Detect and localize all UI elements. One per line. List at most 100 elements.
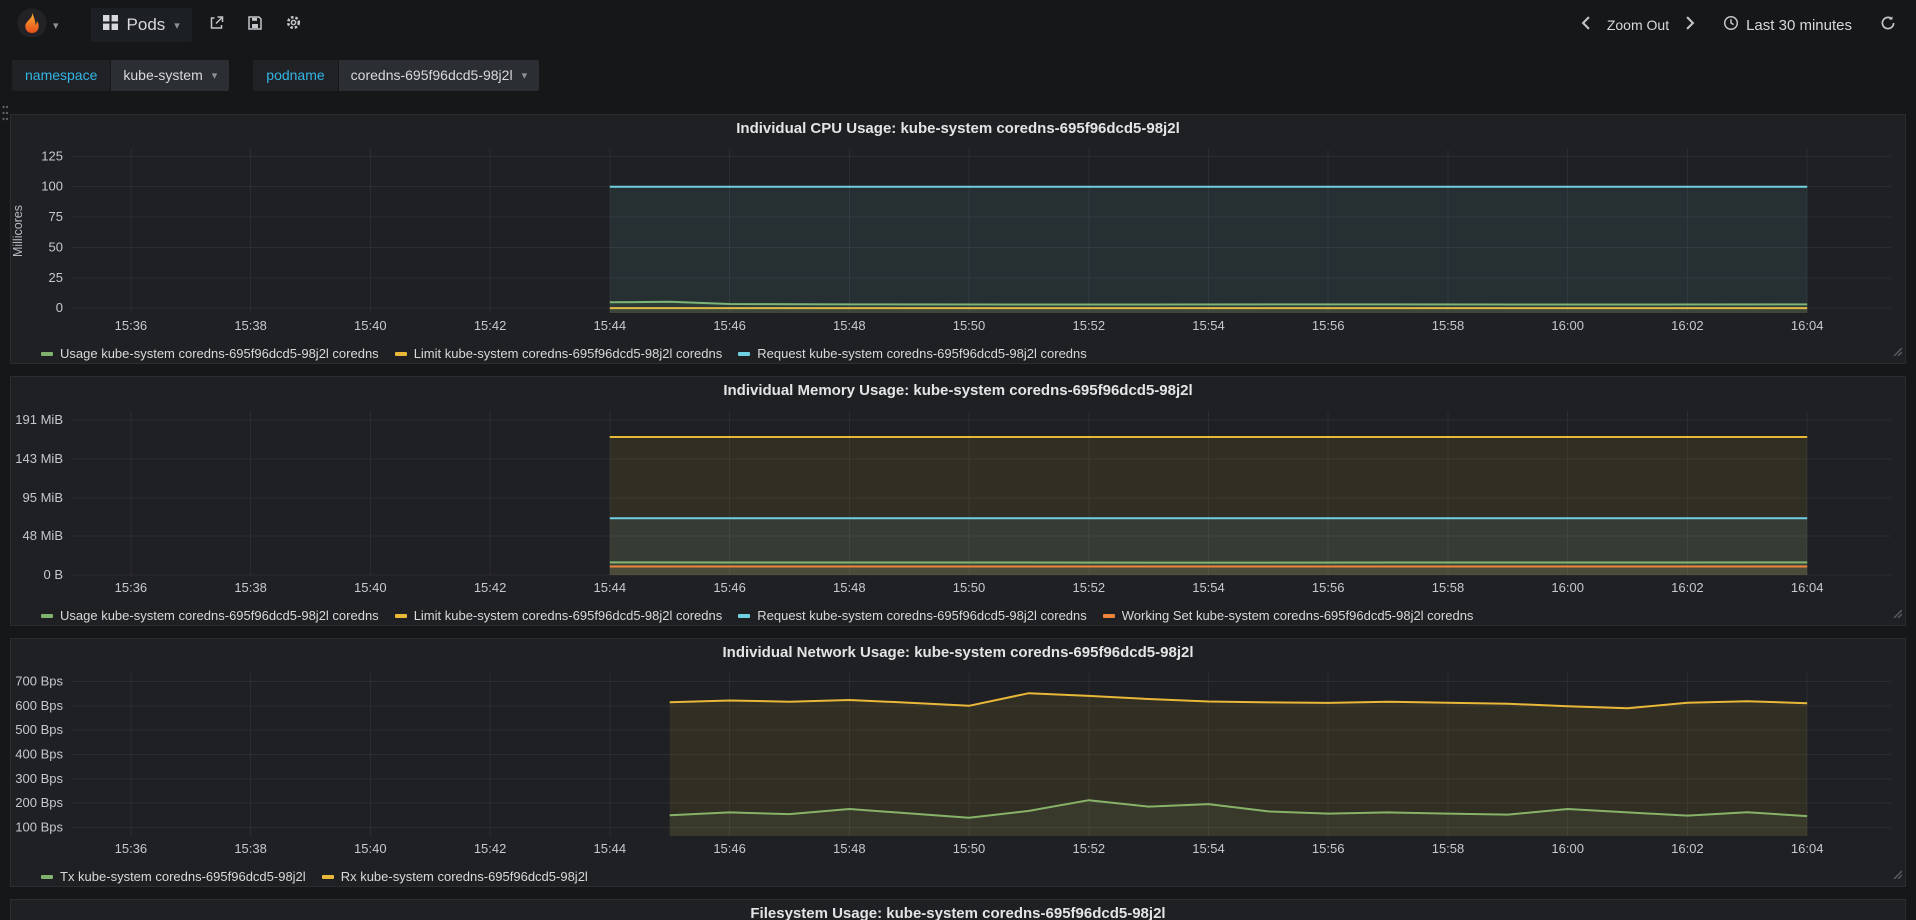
panel-resize-handle[interactable]: [1892, 343, 1903, 361]
svg-text:15:58: 15:58: [1432, 841, 1465, 856]
namespace-dropdown[interactable]: kube-system ▾: [110, 59, 230, 91]
svg-text:15:50: 15:50: [953, 318, 986, 333]
svg-text:15:44: 15:44: [594, 841, 627, 856]
variable-namespace: namespace kube-system ▾: [12, 59, 230, 91]
top-navbar: ▾ Pods ▾ Zoom Out Last 30 minutes: [0, 0, 1916, 50]
svg-text:16:04: 16:04: [1791, 841, 1824, 856]
memory-usage-legend: Usage kube-system coredns-695f96dcd5-98j…: [11, 606, 1905, 625]
svg-text:15:40: 15:40: [354, 580, 387, 595]
panel-resize-handle[interactable]: [1892, 605, 1903, 623]
svg-text:500 Bps: 500 Bps: [15, 722, 63, 737]
svg-text:15:54: 15:54: [1192, 841, 1225, 856]
svg-text:15:48: 15:48: [833, 841, 866, 856]
grafana-menu-button[interactable]: ▾: [10, 3, 65, 48]
network-usage-chart[interactable]: 100 Bps 200 Bps 300 Bps 400 Bps 500 Bps 600 B…: [11, 667, 1905, 867]
legend-series-label: Working Set kube-system coredns-695f96dc…: [1121, 608, 1474, 623]
svg-text:15:56: 15:56: [1312, 580, 1345, 595]
namespace-value: kube-system: [123, 67, 203, 83]
clock-icon: [1723, 15, 1739, 35]
legend-color-swatch: [738, 351, 751, 356]
svg-text:0: 0: [56, 300, 63, 315]
svg-text:48 MiB: 48 MiB: [23, 528, 63, 543]
svg-text:16:02: 16:02: [1671, 841, 1704, 856]
svg-text:16:04: 16:04: [1791, 580, 1824, 595]
time-range-label: Last 30 minutes: [1746, 16, 1852, 34]
share-button[interactable]: [202, 9, 231, 42]
podname-value: coredns-695f96dcd5-98j2l: [350, 67, 513, 83]
share-icon: [208, 15, 225, 36]
time-shift-back-button[interactable]: [1577, 10, 1595, 41]
svg-text:15:48: 15:48: [833, 580, 866, 595]
legend-item[interactable]: Limit kube-system coredns-695f96dcd5-98j…: [394, 608, 722, 623]
svg-text:15:50: 15:50: [953, 580, 986, 595]
variable-podname: podname coredns-695f96dcd5-98j2l ▾: [253, 59, 540, 91]
legend-item[interactable]: Request kube-system coredns-695f96dcd5-9…: [738, 608, 1087, 623]
refresh-icon: [1880, 15, 1896, 36]
svg-text:125: 125: [41, 148, 63, 163]
network-usage-legend: Tx kube-system coredns-695f96dcd5-98j2l R…: [11, 867, 1905, 886]
svg-text:15:36: 15:36: [115, 318, 148, 333]
cpu-usage-chart[interactable]: 0 25 50 75 100 125 15:36 15:38 15:40 15:42 15:44 15…: [11, 143, 1905, 344]
svg-text:300 Bps: 300 Bps: [15, 771, 63, 786]
svg-text:15:38: 15:38: [234, 580, 267, 595]
svg-text:15:44: 15:44: [594, 580, 627, 595]
dashboard-picker-button[interactable]: Pods ▾: [90, 8, 192, 42]
cpu-usage-legend: Usage kube-system coredns-695f96dcd5-98j…: [11, 344, 1905, 363]
caret-down-icon: ▾: [53, 19, 59, 32]
legend-item[interactable]: Usage kube-system coredns-695f96dcd5-98j…: [41, 608, 379, 623]
chevron-left-icon: [1581, 15, 1591, 35]
legend-item[interactable]: Request kube-system coredns-695f96dcd5-9…: [738, 346, 1087, 361]
legend-series-label: Limit kube-system coredns-695f96dcd5-98j…: [413, 346, 723, 361]
svg-text:15:40: 15:40: [354, 841, 387, 856]
legend-color-swatch: [41, 874, 53, 879]
legend-color-swatch: [394, 351, 407, 356]
legend-item[interactable]: Limit kube-system coredns-695f96dcd5-98j…: [394, 346, 723, 361]
svg-text:95 MiB: 95 MiB: [23, 490, 63, 505]
svg-text:15:46: 15:46: [713, 318, 746, 333]
panel-resize-handle[interactable]: [1892, 866, 1903, 884]
svg-text:16:02: 16:02: [1671, 318, 1704, 333]
legend-series-label: Rx kube-system coredns-695f96dcd5-98j2l: [340, 869, 588, 884]
legend-item[interactable]: Working Set kube-system coredns-695f96dc…: [1102, 608, 1474, 623]
svg-text:15:48: 15:48: [833, 318, 866, 333]
memory-usage-chart[interactable]: 0 B 48 MiB 95 MiB 143 MiB 191 MiB 15:36 15:38 1…: [11, 405, 1905, 606]
svg-text:191 MiB: 191 MiB: [15, 412, 63, 427]
svg-text:15:44: 15:44: [594, 318, 627, 333]
legend-item[interactable]: Rx kube-system coredns-695f96dcd5-98j2l: [321, 869, 588, 884]
svg-text:50: 50: [49, 239, 63, 254]
svg-text:15:42: 15:42: [474, 318, 507, 333]
svg-text:15:52: 15:52: [1073, 580, 1106, 595]
legend-color-swatch: [321, 874, 334, 879]
panel-title[interactable]: Individual Network Usage: kube-system co…: [11, 639, 1905, 667]
panel-title[interactable]: Individual Memory Usage: kube-system cor…: [11, 377, 1905, 405]
panel-network-usage: Individual Network Usage: kube-system co…: [10, 638, 1906, 887]
legend-item[interactable]: Tx kube-system coredns-695f96dcd5-98j2l: [41, 869, 306, 884]
legend-color-swatch: [1102, 613, 1115, 618]
legend-series-label: Usage kube-system coredns-695f96dcd5-98j…: [60, 608, 379, 623]
panel-title[interactable]: Individual CPU Usage: kube-system coredn…: [11, 115, 1905, 143]
panel-title[interactable]: Filesystem Usage: kube-system coredns-69…: [11, 900, 1905, 920]
row-drag-handle[interactable]: [1, 104, 9, 129]
svg-text:16:00: 16:00: [1551, 580, 1584, 595]
dashboard-grid-icon: [102, 15, 118, 35]
podname-dropdown[interactable]: coredns-695f96dcd5-98j2l ▾: [337, 59, 540, 91]
svg-text:15:52: 15:52: [1073, 318, 1106, 333]
svg-text:16:00: 16:00: [1551, 841, 1584, 856]
refresh-button[interactable]: [1874, 9, 1902, 42]
svg-text:400 Bps: 400 Bps: [15, 747, 63, 762]
time-range-picker-button[interactable]: Last 30 minutes: [1713, 9, 1862, 41]
svg-text:15:36: 15:36: [115, 580, 148, 595]
zoom-out-button[interactable]: Zoom Out: [1599, 11, 1677, 39]
legend-item[interactable]: Usage kube-system coredns-695f96dcd5-98j…: [41, 346, 379, 361]
svg-text:700 Bps: 700 Bps: [15, 674, 63, 689]
svg-text:100: 100: [41, 179, 63, 194]
settings-button[interactable]: [279, 8, 308, 42]
legend-series-label: Request kube-system coredns-695f96dcd5-9…: [757, 608, 1087, 623]
save-button[interactable]: [241, 9, 269, 42]
variable-namespace-label: namespace: [12, 59, 111, 91]
svg-text:25: 25: [49, 270, 63, 285]
nav-left: ▾ Pods ▾: [10, 3, 308, 48]
svg-text:15:38: 15:38: [234, 841, 267, 856]
time-shift-forward-button[interactable]: [1681, 10, 1699, 41]
svg-text:15:46: 15:46: [713, 580, 746, 595]
